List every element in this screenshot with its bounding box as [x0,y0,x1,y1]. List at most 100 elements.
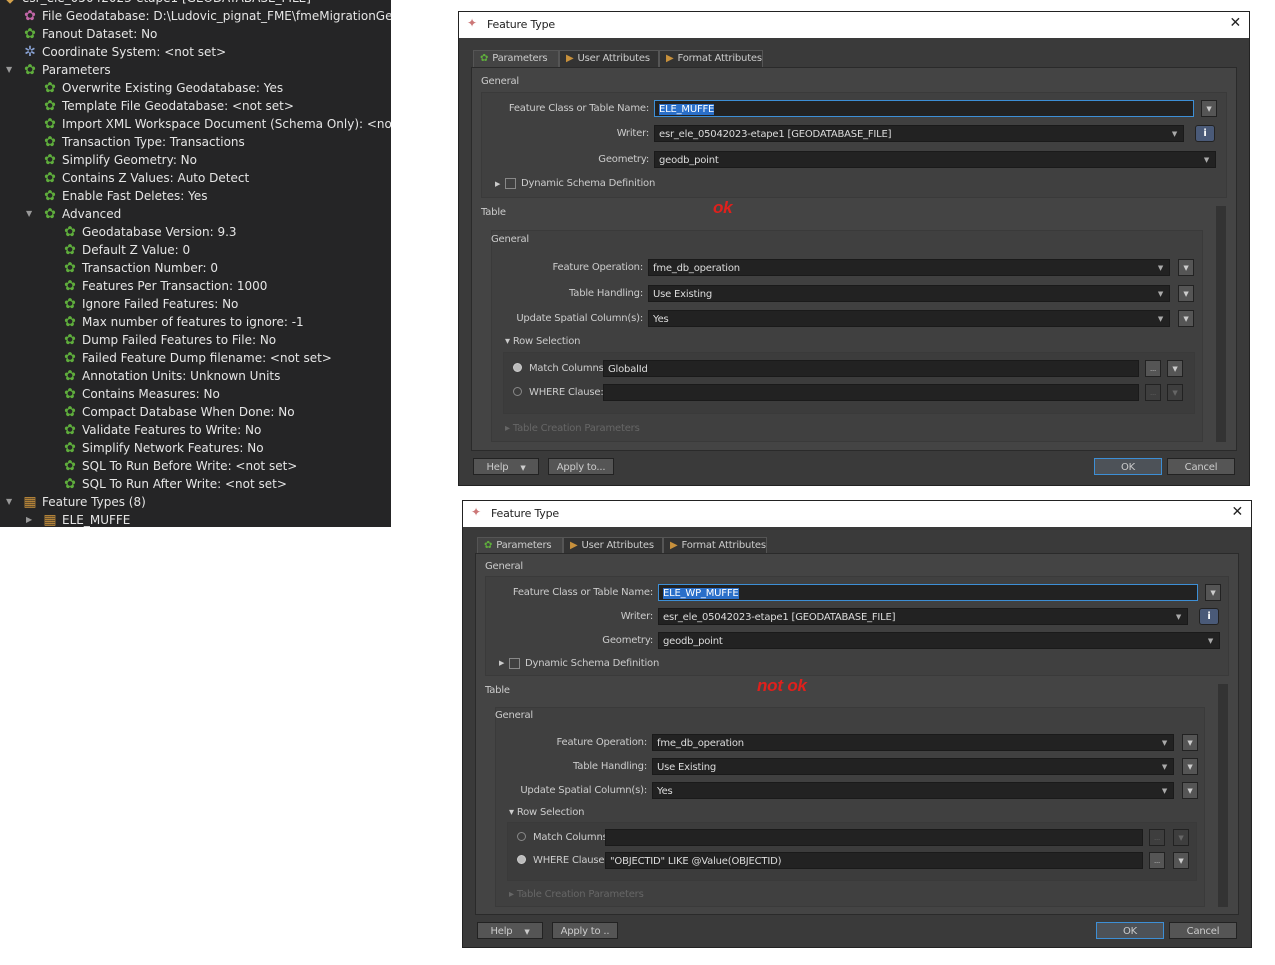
match-columns-input-value: GlobalId [608,364,648,375]
tree-item[interactable]: ✿ File Geodatabase: D:\Ludovic_pignat_FME… [22,7,391,25]
update-spatial-menu-button[interactable]: ▼ [1182,782,1198,799]
tab-parameters[interactable]: ✿ Parameters [473,50,559,67]
match-columns-browse-button[interactable]: ... [1145,360,1161,377]
feature-class-name-input[interactable]: ELE_MUFFE [654,100,1194,117]
feature-operation-select[interactable]: fme_db_operation ▼ [648,259,1170,276]
tree-item[interactable]: ✿ Dump Failed Features to File: No [62,331,276,349]
match-columns-browse-button[interactable]: ... [1149,829,1165,846]
writer-select[interactable]: esr_ele_05042023-etape1 [GEODATABASE_FIL… [658,608,1188,625]
tree-item[interactable]: ✿ Transaction Number: 0 [62,259,218,277]
where-clause-menu-button[interactable]: ▼ [1167,384,1183,401]
tree-item[interactable]: ✿ Fanout Dataset: No [22,25,157,43]
cancel-button[interactable]: Cancel [1169,922,1237,939]
where-clause-menu-button[interactable]: ▼ [1173,852,1189,869]
tree-item[interactable]: ✿ Compact Database When Done: No [62,403,294,421]
table-handling-menu-button[interactable]: ▼ [1178,285,1194,302]
tree-item[interactable]: ✿ Max number of features to ignore: -1 [62,313,304,331]
match-columns-radio[interactable] [513,363,522,372]
tree-item[interactable]: ▼ ✿ Advanced [26,205,121,223]
geometry-select[interactable]: geodb_point ▼ [654,151,1216,168]
tree-item[interactable]: ✿ Failed Feature Dump filename: <not set> [62,349,332,367]
feature-class-name-input[interactable]: ELE_WP_MUFFE [658,584,1198,601]
dynamic-schema-checkbox[interactable] [505,178,516,189]
table-creation-parameters-label[interactable]: ▸ Table Creation Parameters [509,889,644,900]
where-clause-input[interactable] [603,384,1139,401]
update-spatial-menu-button[interactable]: ▼ [1178,310,1194,327]
tree-item[interactable]: ✿ Simplify Network Features: No [62,439,263,457]
match-columns-menu-button[interactable]: ▼ [1167,360,1183,377]
tree-item[interactable]: ✿ Contains Measures: No [62,385,220,403]
row-selection-label[interactable]: ▾ Row Selection [509,807,584,818]
tree-item[interactable]: ✲ Coordinate System: <not set> [22,43,226,61]
expand-arrow-icon[interactable]: ▼ [6,493,12,511]
tree-item[interactable]: ✿ Import XML Workspace Document (Schema O… [42,115,391,133]
ok-button[interactable]: OK [1096,922,1164,939]
tree-item[interactable]: ✿ Annotation Units: Unknown Units [62,367,280,385]
writer-select[interactable]: esr_ele_05042023-etape1 [GEODATABASE_FIL… [654,125,1184,142]
expand-arrow-icon[interactable]: ▼ [6,61,12,79]
collapse-arrow-icon[interactable]: ▶ [26,511,32,527]
where-clause-radio[interactable] [513,387,522,396]
help-button[interactable]: Help ▼ [477,922,543,939]
feature-operation-menu-button[interactable]: ▼ [1182,734,1198,751]
apply-to-button[interactable]: Apply to... [548,458,614,475]
tree-item[interactable]: ✿ Transaction Type: Transactions [42,133,245,151]
table-handling-menu-button[interactable]: ▼ [1182,758,1198,775]
match-columns-input[interactable]: GlobalId [603,360,1139,377]
match-columns-radio[interactable] [517,832,526,841]
tree-item[interactable]: ✿ Ignore Failed Features: No [62,295,238,313]
table-scrollbar[interactable] [1216,206,1226,442]
close-icon[interactable]: ✕ [1229,15,1241,31]
update-spatial-select[interactable]: Yes ▼ [648,310,1170,327]
tree-item[interactable]: ▼ ✿ Parameters [6,61,111,79]
expand-arrow-icon[interactable]: ▼ [26,205,32,223]
where-clause-input[interactable]: "OBJECTID" LIKE @Value(OBJECTID) [605,852,1143,869]
row-selection-label[interactable]: ▾ Row Selection [505,336,580,347]
tree-item[interactable]: ✿ Overwrite Existing Geodatabase: Yes [42,79,283,97]
where-clause-radio[interactable] [517,855,526,864]
geometry-select[interactable]: geodb_point ▼ [658,632,1220,649]
update-spatial-select[interactable]: Yes ▼ [652,782,1174,799]
match-columns-input[interactable] [605,829,1143,846]
cancel-button[interactable]: Cancel [1167,458,1235,475]
tree-item[interactable]: ▶ ▦ ELE_MUFFE [26,511,130,527]
close-icon[interactable]: ✕ [1231,504,1243,520]
tree-item[interactable]: ✿ Validate Features to Write: No [62,421,261,439]
tree-item[interactable]: ✿ Default Z Value: 0 [62,241,190,259]
ok-button[interactable]: OK [1094,458,1162,475]
tree-item[interactable]: ✿ Contains Z Values: Auto Detect [42,169,249,187]
dynamic-schema-checkbox[interactable] [509,658,520,669]
tree-item[interactable]: ✿ Simplify Geometry: No [42,151,197,169]
table-handling-select[interactable]: Use Existing ▼ [648,285,1170,302]
feature-class-dropdown-button[interactable]: ▼ [1201,100,1217,117]
tab-user-attributes[interactable]: ▶ User Attributes [559,50,659,67]
tab-user-attributes[interactable]: ▶ User Attributes [563,537,663,554]
tree-item[interactable]: ✿ SQL To Run After Write: <not set> [62,475,287,493]
tree-item[interactable]: ✿ Template File Geodatabase: <not set> [42,97,294,115]
expand-arrow-icon[interactable]: ▶ [495,180,500,188]
expand-arrow-icon[interactable]: ▶ [499,659,504,667]
feature-class-dropdown-button[interactable]: ▼ [1205,584,1221,601]
tab-parameters[interactable]: ✿ Parameters [477,537,563,554]
tree-item[interactable]: ▼◆esr_ele_05042023-etape1 [GEODATABASE_F… [2,0,311,7]
table-creation-parameters-label[interactable]: ▸ Table Creation Parameters [505,423,640,434]
help-button[interactable]: Help ▼ [473,458,539,475]
table-scrollbar[interactable] [1218,684,1228,907]
tree-item[interactable]: ▼ ▦ Feature Types (8) [6,493,146,511]
table-handling-select[interactable]: Use Existing ▼ [652,758,1174,775]
where-clause-browse-button[interactable]: ... [1149,852,1165,869]
match-columns-menu-button[interactable]: ▼ [1173,829,1189,846]
update-spatial-select-value: Yes [657,786,673,797]
writer-info-button[interactable]: i [1199,608,1219,625]
feature-operation-select[interactable]: fme_db_operation ▼ [652,734,1174,751]
tree-item[interactable]: ✿ Geodatabase Version: 9.3 [62,223,236,241]
tree-item[interactable]: ✿ Enable Fast Deletes: Yes [42,187,207,205]
feature-operation-menu-button[interactable]: ▼ [1178,259,1194,276]
writer-info-button[interactable]: i [1195,125,1215,142]
where-clause-browse-button[interactable]: ... [1145,384,1161,401]
tree-item[interactable]: ✿ SQL To Run Before Write: <not set> [62,457,297,475]
tab-format-attributes[interactable]: ▶ Format Attributes [659,50,763,67]
apply-to-button[interactable]: Apply to .. [552,922,618,939]
tree-item[interactable]: ✿ Features Per Transaction: 1000 [62,277,267,295]
tab-format-attributes[interactable]: ▶ Format Attributes [663,537,767,554]
